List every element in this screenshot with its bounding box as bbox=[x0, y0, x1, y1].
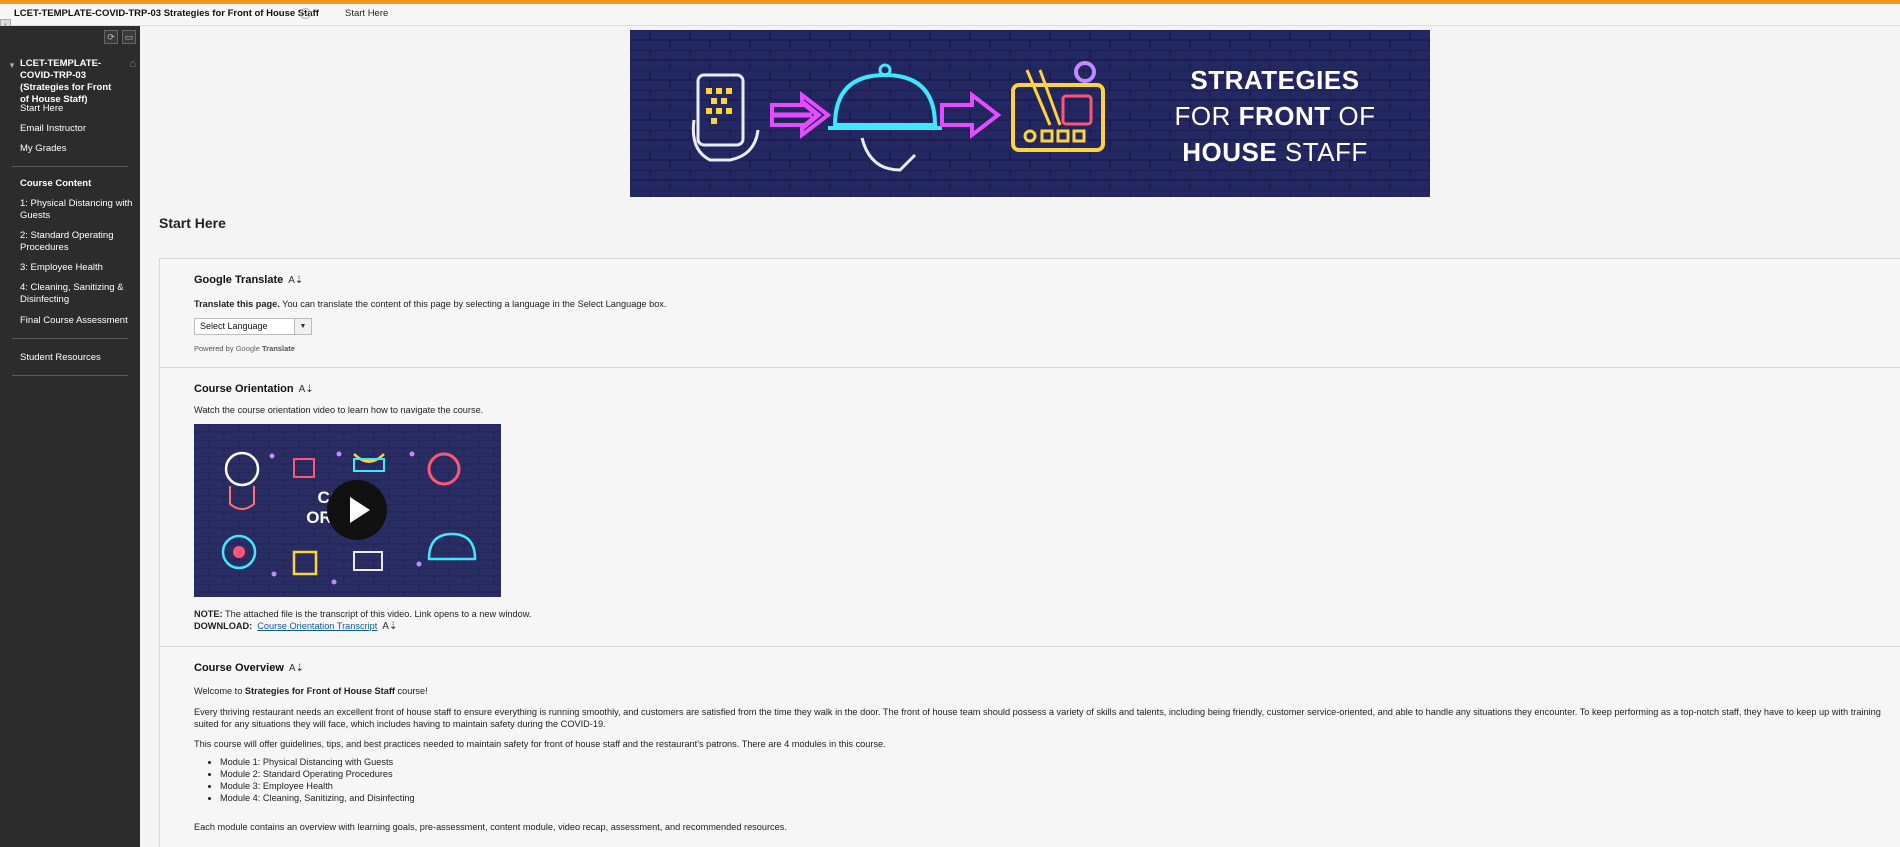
transcript-note: NOTE: The attached file is the transcrip… bbox=[194, 609, 532, 619]
sidebar-divider bbox=[12, 166, 128, 167]
select-language-dropdown[interactable]: Select Language ▼ bbox=[194, 318, 312, 335]
banner-title: STRATEGIES FOR FRONT OF HOUSE STAFF bbox=[1145, 62, 1405, 170]
page-title: Start Here bbox=[159, 215, 226, 231]
chevron-down-icon[interactable]: ▼ bbox=[294, 319, 311, 334]
orientation-options-icon[interactable]: A⇣ bbox=[299, 384, 314, 395]
sidebar-item-module-4[interactable]: 4: Cleaning, Sanitizing & Disinfecting bbox=[20, 282, 135, 306]
list-item: Module 3: Employee Health bbox=[220, 780, 415, 792]
overview-options-icon[interactable]: A⇣ bbox=[289, 663, 304, 674]
list-item: Module 2: Standard Operating Procedures bbox=[220, 768, 415, 780]
item-title-google-translate[interactable]: Google Translate A⇣ bbox=[194, 274, 303, 286]
course-menu-sidebar: ⟳ ▭ ▼ LCET-TEMPLATE-COVID-TRP-03 (Strate… bbox=[0, 26, 140, 847]
content-item-course-overview: Course Overview A⇣ Welcome to Strategies … bbox=[160, 647, 1900, 847]
powered-by-google: Powered by Google Translate bbox=[194, 344, 295, 353]
collapse-caret-icon[interactable]: ▼ bbox=[8, 61, 16, 70]
sidebar-item-my-grades[interactable]: My Grades bbox=[20, 143, 135, 155]
sidebar-item-course-content[interactable]: Course Content bbox=[20, 178, 135, 190]
banner-line-1: STRATEGIES bbox=[1190, 65, 1360, 95]
translate-link[interactable]: Translate bbox=[262, 344, 295, 353]
content-item-google-translate: Google Translate A⇣ Translate this page. … bbox=[160, 259, 1900, 368]
content-item-course-orientation: Course Orientation A⇣ Watch the course or… bbox=[160, 368, 1900, 647]
translate-description: Translate this page. You can translate t… bbox=[194, 299, 667, 309]
breadcrumb-course-link[interactable]: LCET-TEMPLATE-COVID-TRP-03 Strategies fo… bbox=[14, 8, 319, 19]
list-item: Module 1: Physical Distancing with Guest… bbox=[220, 756, 415, 768]
transcript-download: DOWNLOAD: Course Orientation Transcript A… bbox=[194, 621, 398, 633]
banner-line-2: FOR FRONT OF bbox=[1174, 101, 1376, 131]
overview-paragraph-1: Every thriving restaurant needs an excel… bbox=[194, 707, 1881, 729]
play-icon[interactable] bbox=[327, 480, 387, 540]
home-icon[interactable]: ⌂ bbox=[129, 58, 136, 70]
sidebar-course-title[interactable]: LCET-TEMPLATE-COVID-TRP-03 (Strategies f… bbox=[8, 58, 136, 106]
orientation-video-player[interactable]: CO SE ORI TION bbox=[194, 424, 501, 597]
breadcrumb-menu-icon[interactable]: ⌄ bbox=[300, 8, 311, 19]
folder-view-icon[interactable]: ▭ bbox=[122, 30, 136, 44]
transcript-link[interactable]: Course Orientation Transcript bbox=[257, 621, 377, 631]
overview-paragraph-3: Each module contains an overview with le… bbox=[194, 822, 787, 832]
main-content-area: STRATEGIES FOR FRONT OF HOUSE STAFF Star… bbox=[140, 26, 1900, 847]
item-title-course-overview[interactable]: Course Overview A⇣ bbox=[194, 662, 304, 674]
sidebar-course-header: ▼ LCET-TEMPLATE-COVID-TRP-03 (Strategies… bbox=[8, 58, 136, 106]
item-title-course-orientation[interactable]: Course Orientation A⇣ bbox=[194, 383, 314, 395]
sidebar-item-module-3[interactable]: 3: Employee Health bbox=[20, 262, 135, 274]
sidebar-tools: ⟳ ▭ bbox=[104, 30, 136, 44]
sidebar-item-start-here[interactable]: Start Here bbox=[20, 103, 135, 115]
transcript-options-icon[interactable]: A⇣ bbox=[382, 621, 397, 633]
sidebar-divider bbox=[12, 375, 128, 376]
content-list: Google Translate A⇣ Translate this page. … bbox=[159, 258, 1900, 847]
overview-welcome: Welcome to Strategies for Front of House… bbox=[194, 686, 428, 696]
refresh-icon[interactable]: ⟳ bbox=[104, 30, 118, 44]
sidebar-item-module-1[interactable]: 1: Physical Distancing with Guests bbox=[20, 198, 135, 222]
orientation-description: Watch the course orientation video to le… bbox=[194, 405, 484, 415]
overview-paragraph-2: This course will offer guidelines, tips,… bbox=[194, 739, 886, 749]
module-list: Module 1: Physical Distancing with Guest… bbox=[220, 756, 415, 804]
google-logo: Google bbox=[235, 344, 260, 353]
translate-options-icon[interactable]: A⇣ bbox=[288, 275, 303, 286]
top-breadcrumb-bar: LCET-TEMPLATE-COVID-TRP-03 Strategies fo… bbox=[0, 0, 1900, 30]
course-banner-image: STRATEGIES FOR FRONT OF HOUSE STAFF bbox=[630, 30, 1430, 197]
sidebar-item-student-resources[interactable]: Student Resources bbox=[20, 352, 135, 364]
breadcrumb-current-page: Start Here bbox=[345, 8, 389, 19]
list-item: Module 4: Cleaning, Sanitizing, and Disi… bbox=[220, 792, 415, 804]
sidebar-item-module-2[interactable]: 2: Standard Operating Procedures bbox=[20, 230, 135, 254]
sidebar-item-final-assessment[interactable]: Final Course Assessment bbox=[20, 315, 135, 327]
banner-line-3: HOUSE STAFF bbox=[1182, 137, 1368, 167]
sidebar-divider bbox=[12, 338, 128, 339]
sidebar-item-email-instructor[interactable]: Email Instructor bbox=[20, 123, 135, 135]
